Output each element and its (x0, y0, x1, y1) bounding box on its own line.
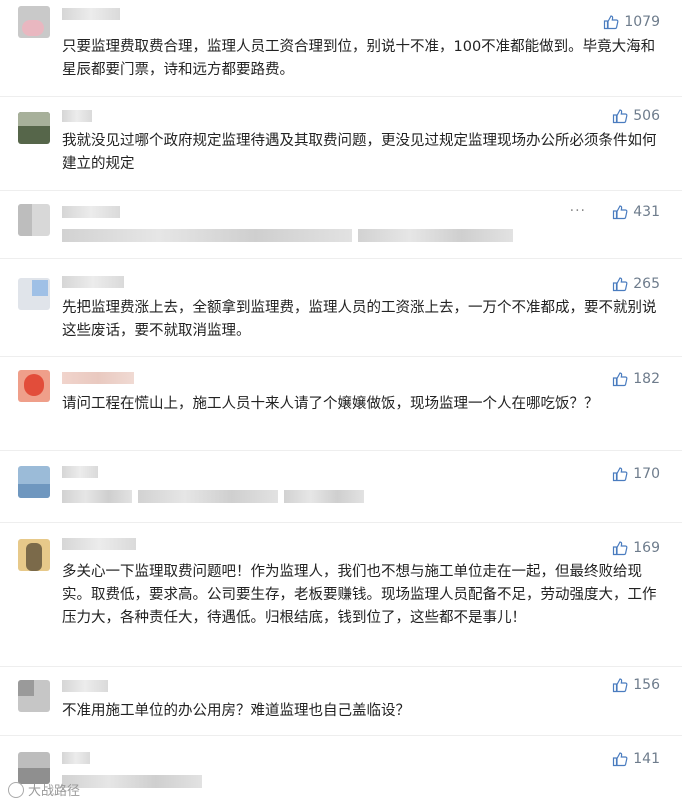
more-options-icon[interactable]: ··· (570, 203, 586, 219)
username[interactable] (62, 8, 120, 20)
avatar[interactable] (18, 680, 50, 712)
username[interactable] (62, 206, 120, 218)
like-count: 141 (633, 751, 660, 767)
thumbs-up-icon (613, 372, 628, 387)
like-button[interactable]: 182 (612, 371, 660, 387)
comment-text: 我就没见过哪个政府规定监理待遇及其取费问题，更没见过规定监理现场办公所必须条件如… (62, 133, 657, 172)
divider (0, 666, 682, 667)
divider (0, 522, 682, 523)
avatar[interactable] (18, 278, 50, 310)
watermark-logo-icon (8, 781, 24, 798)
avatar[interactable] (18, 370, 50, 402)
like-button[interactable]: 431 (612, 204, 660, 220)
thumbs-up-icon (604, 15, 619, 30)
thumbs-up-icon (613, 277, 628, 292)
like-button[interactable]: 506 (612, 108, 660, 124)
like-count: 169 (633, 540, 660, 556)
divider (0, 96, 682, 97)
like-count: 156 (633, 677, 660, 693)
watermark-text: 大战路径 (28, 784, 81, 799)
username[interactable] (62, 752, 90, 764)
comment-text: 不准用施工单位的办公用房？难道监理也自己盖临设？ (62, 703, 410, 719)
like-button[interactable]: 141 (612, 751, 660, 767)
comment-text: 先把监理费涨上去，全额拿到监理费，监理人员的工资涨上去，一万个不准都成，要不就别… (62, 300, 657, 339)
username[interactable] (62, 276, 124, 288)
thumbs-up-icon (613, 678, 628, 693)
like-count: 506 (633, 108, 660, 124)
like-count: 170 (633, 466, 660, 482)
divider (0, 450, 682, 451)
like-button[interactable]: 1079 (603, 14, 660, 30)
watermark: 大战路径 (8, 780, 80, 799)
avatar[interactable] (18, 466, 50, 498)
divider (0, 190, 682, 191)
avatar[interactable] (18, 6, 50, 38)
like-count: 431 (633, 204, 660, 220)
comment-text: 请问工程在慌山上，施工人员十来人请了个嬢嬢做饭，现场监理一个人在哪吃饭？？ (62, 396, 599, 412)
avatar[interactable] (18, 112, 50, 144)
thumbs-up-icon (613, 752, 628, 767)
thumbs-up-icon (613, 205, 628, 220)
thumbs-up-icon (613, 541, 628, 556)
like-count: 1079 (624, 14, 660, 30)
avatar[interactable] (18, 204, 50, 236)
divider (0, 258, 682, 259)
username[interactable] (62, 110, 92, 122)
username[interactable] (62, 372, 134, 384)
obscured-comment-text (62, 229, 513, 242)
comment-text: 只要监理费取费合理，监理人员工资合理到位，别说十不准，100不准都能做到。毕竟大… (62, 39, 656, 78)
like-button[interactable]: 169 (612, 540, 660, 556)
like-button[interactable]: 170 (612, 466, 660, 482)
username[interactable] (62, 538, 136, 550)
thumbs-up-icon (613, 467, 628, 482)
like-button[interactable]: 265 (612, 276, 660, 292)
like-button[interactable]: 156 (612, 677, 660, 693)
divider (0, 735, 682, 736)
username[interactable] (62, 466, 98, 478)
like-count: 265 (633, 276, 660, 292)
avatar[interactable] (18, 539, 50, 571)
obscured-comment-text (62, 490, 364, 503)
like-count: 182 (633, 371, 660, 387)
comment-text: 多关心一下监理取费问题吧！作为监理人，我们也不想与施工单位走在一起，但最终败给现… (62, 564, 657, 626)
username[interactable] (62, 680, 108, 692)
obscured-comment-text (62, 775, 202, 788)
thumbs-up-icon (613, 109, 628, 124)
divider (0, 356, 682, 357)
